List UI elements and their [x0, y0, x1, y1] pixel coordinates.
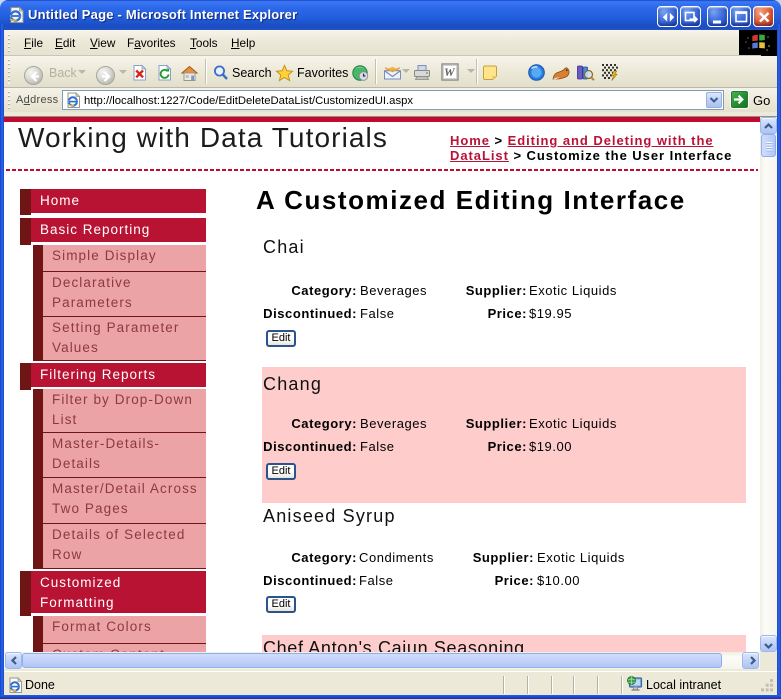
svg-text:W: W [444, 65, 456, 79]
